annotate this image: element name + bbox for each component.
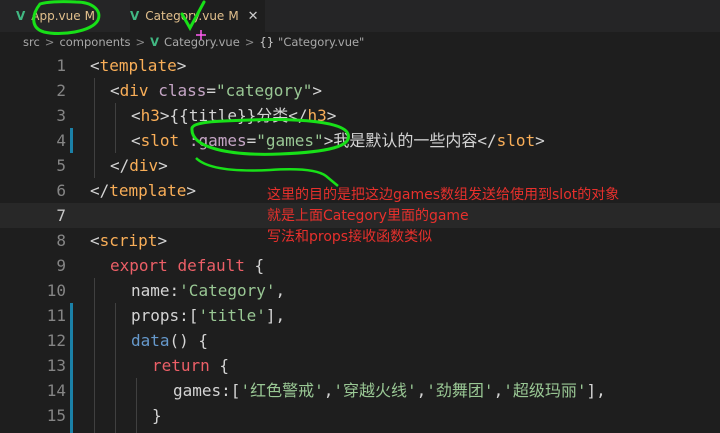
code-text: name:'Category',	[131, 281, 286, 300]
code-text: return {	[152, 356, 230, 375]
function-name: data	[131, 331, 170, 350]
line-number: 10	[46, 281, 66, 300]
breadcrumb-src[interactable]: src	[23, 35, 40, 49]
code-line: 11 props:['title'],	[0, 303, 720, 328]
string-value: '红色警戒'	[240, 381, 324, 400]
close-icon[interactable]: ✕	[248, 9, 259, 24]
chevron-right-icon: >	[135, 35, 146, 49]
code-line: 10 name:'Category',	[0, 278, 720, 303]
tab-label: App.vue	[31, 9, 81, 23]
editor-tab-bar: V App.vue M V Category.vue M ✕	[0, 0, 720, 32]
breadcrumb: src > components > V Category.vue > {} "…	[0, 32, 720, 52]
annotation-line: 写法和props接收函数类似	[267, 229, 433, 245]
modified-badge: M	[84, 9, 96, 23]
property-key: props	[131, 306, 180, 325]
property-key: games	[173, 381, 222, 400]
code-line: 14 games:['红色警戒','穿越火线','劲舞团','超级玛丽'],	[0, 378, 720, 403]
code-line: 15 }	[0, 403, 720, 428]
tab-label: Category.vue	[145, 9, 225, 23]
line-number: 1	[56, 56, 66, 75]
string-value: '穿越火线'	[333, 381, 417, 400]
line-number: 8	[56, 231, 66, 250]
line-number: 15	[46, 406, 66, 425]
line-number: 5	[56, 156, 66, 175]
code-line: 13 return {	[0, 353, 720, 378]
line-number: 2	[56, 81, 66, 100]
attr-name: :games	[188, 131, 247, 150]
tag-name: h3	[307, 106, 327, 125]
line-number: 4	[56, 131, 66, 150]
string-value: 'Category'	[179, 281, 276, 300]
keyword: return	[152, 356, 210, 375]
tag-name: template	[109, 181, 187, 200]
code-line: 4 <slot :games="games">我是默认的一些内容</slot>	[0, 128, 720, 153]
string-value: '劲舞团'	[426, 381, 494, 400]
line-number: 9	[56, 256, 66, 275]
keyword: default	[177, 256, 245, 275]
line-number: 13	[46, 356, 66, 375]
code-text: }	[152, 406, 162, 425]
attr-value: "category"	[216, 81, 313, 100]
line-number: 12	[46, 331, 66, 350]
code-text: <script>	[90, 231, 168, 250]
annotation-line: 就是上面Category里面的game	[267, 208, 469, 224]
string-value: '超级玛丽'	[503, 381, 587, 400]
modified-badge: M	[228, 9, 239, 23]
tab-category-vue[interactable]: V Category.vue M ✕	[130, 0, 265, 32]
tag-name: div	[119, 81, 149, 100]
tag-name: div	[129, 156, 159, 175]
annotation-note: 这里的目的是把这边games数组发送给使用到slot的对象 就是上面Catego…	[267, 185, 619, 248]
vue-file-icon: V	[130, 9, 140, 23]
code-line: 2 <div class="category">	[0, 78, 720, 103]
annotation-line: 这里的目的是把这边games数组发送给使用到slot的对象	[267, 187, 620, 203]
code-text: props:['title'],	[131, 306, 286, 325]
code-text: </template>	[90, 181, 196, 200]
code-text: <h3>{{title}}分类</h3>	[131, 106, 337, 125]
keyword: export	[110, 256, 168, 275]
line-number: 7	[56, 206, 66, 225]
vue-file-icon: V	[150, 35, 160, 49]
code-text: export default {	[110, 256, 265, 275]
chevron-right-icon: >	[44, 35, 55, 49]
line-number: 11	[46, 306, 66, 325]
line-number: 14	[46, 381, 66, 400]
code-line: 3 <h3>{{title}}分类</h3>	[0, 103, 720, 128]
code-line: 5 </div>	[0, 153, 720, 178]
breadcrumb-components[interactable]: components	[59, 35, 130, 49]
tag-name: slot	[140, 131, 180, 150]
tag-name: slot	[496, 131, 536, 150]
code-text: data() {	[131, 331, 209, 350]
tab-app-vue[interactable]: V App.vue M	[16, 0, 95, 32]
code-text: <slot :games="games">我是默认的一些内容</slot>	[131, 131, 545, 150]
tag-name: template	[99, 56, 177, 75]
tag-name: h3	[140, 106, 160, 125]
code-line: 1 <template>	[0, 53, 720, 78]
property-key: name	[131, 281, 170, 300]
code-text: games:['红色警戒','穿越火线','劲舞团','超级玛丽'],	[173, 381, 606, 400]
breadcrumb-file[interactable]: Category.vue	[164, 35, 240, 49]
text-content: 我是默认的一些内容	[333, 131, 478, 150]
code-line: 12 data() {	[0, 328, 720, 353]
attr-name: class	[158, 81, 207, 100]
code-text: <div class="category">	[110, 81, 322, 100]
string-value: 'title'	[198, 306, 266, 325]
code-text: </div>	[110, 156, 168, 175]
chevron-right-icon: >	[244, 35, 255, 49]
code-text: <template>	[90, 56, 187, 75]
vue-file-icon: V	[16, 9, 26, 23]
attr-value: "games"	[256, 131, 324, 150]
code-line: 9 export default {	[0, 253, 720, 278]
line-number: 6	[56, 181, 66, 200]
breadcrumb-symbol[interactable]: "Category.vue"	[278, 35, 364, 49]
text-content: {{title}}分类	[169, 106, 289, 125]
braces-icon: {}	[259, 35, 275, 49]
line-number: 3	[56, 106, 66, 125]
tag-name: script	[99, 231, 158, 250]
